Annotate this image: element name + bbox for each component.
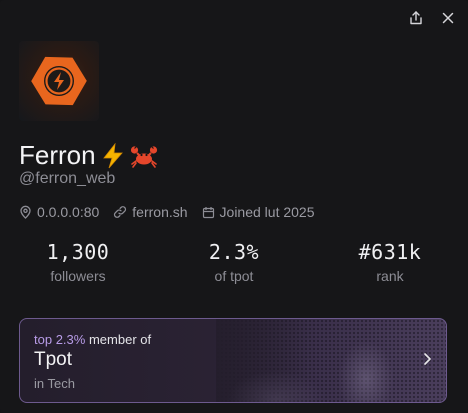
- stat-followers: 1,300 followers: [0, 240, 156, 284]
- crab-emoji-icon: [130, 144, 158, 168]
- close-icon[interactable]: [438, 8, 458, 28]
- stat-label: of tpot: [214, 268, 254, 284]
- joined-item: Joined lut 2025: [202, 204, 315, 220]
- location-pin-icon: [20, 205, 31, 219]
- stat-rank: #631k rank: [312, 240, 468, 284]
- display-name: Ferron: [19, 140, 96, 170]
- lightning-hexagon-logo-icon: [31, 56, 87, 106]
- membership-top-pct: 2.3%: [55, 332, 86, 347]
- profile-handle: @ferron_web: [19, 170, 116, 187]
- background-shade: [216, 319, 446, 402]
- stat-value: #631k: [358, 240, 422, 264]
- membership-title: Tpot: [34, 349, 73, 370]
- stat-tpot: 2.3% of tpot: [156, 240, 312, 284]
- stat-value: 2.3%: [208, 240, 260, 264]
- link-icon: [114, 206, 127, 218]
- stat-value: 1,300: [46, 240, 110, 264]
- website-link[interactable]: ferron.sh: [132, 204, 187, 220]
- top-actions: [406, 8, 458, 28]
- profile-name: Ferron: [19, 140, 158, 171]
- stats-row: 1,300 followers 2.3% of tpot #631k rank: [0, 240, 468, 284]
- avatar: [19, 41, 99, 121]
- location-text: 0.0.0.0:80: [37, 204, 100, 220]
- lightning-emoji-icon: [102, 142, 124, 169]
- chevron-right-icon[interactable]: [422, 352, 432, 371]
- stat-label: rank: [376, 268, 404, 284]
- profile-meta: 0.0.0.0:80 ferron.sh Joined lut 2025: [19, 204, 315, 220]
- membership-subtitle: in Tech: [34, 376, 75, 391]
- membership-top-prefix: top: [34, 332, 53, 347]
- share-icon[interactable]: [406, 8, 426, 28]
- calendar-icon: [202, 206, 214, 218]
- membership-card[interactable]: top 2.3% member of Tpot in Tech: [19, 318, 447, 403]
- website-item[interactable]: ferron.sh: [113, 204, 188, 220]
- stat-label: followers: [50, 268, 106, 284]
- membership-rank-line: top 2.3% member of: [34, 332, 151, 347]
- joined-text: Joined lut 2025: [219, 204, 315, 220]
- membership-top-suffix: member of: [88, 332, 152, 347]
- location-item: 0.0.0.0:80: [19, 204, 99, 220]
- profile-card: Ferron @ferron_web 0.0.0.0:80 ferron.sh …: [0, 0, 468, 413]
